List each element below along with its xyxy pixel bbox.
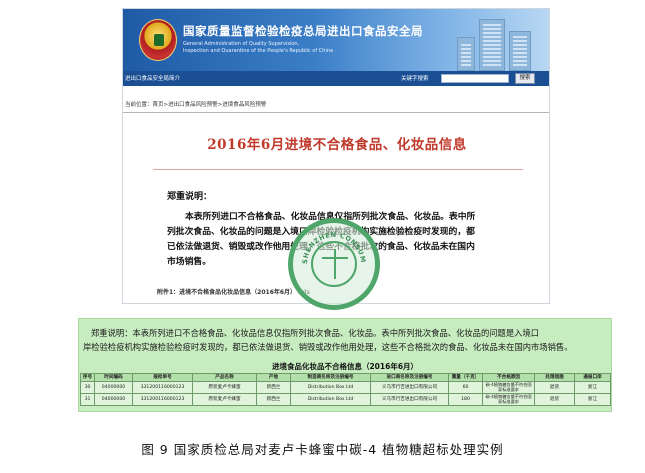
column-header: 时间编码 [94, 373, 133, 382]
notice-heading: 郑重说明： [167, 192, 213, 202]
table-header-row: 序号 时间编码 报检单号 产品名称 产地 制造商名称及注册编号 进口商名称及注册… [80, 373, 611, 382]
site-subtitle-en-2: Inspection and Quarantine of the People'… [183, 48, 334, 54]
table-cell: 331200116000123 [132, 381, 193, 394]
table-cell: 31 [80, 393, 95, 406]
table-cell: 浙江 [574, 381, 611, 394]
table-cell: 30 [80, 381, 95, 394]
notice-text-line: 市场销售。 [167, 257, 211, 267]
column-header: 不合格原因 [482, 373, 535, 382]
table-cell: 义乌市行吉进出口有限公司 [370, 381, 449, 394]
spreadsheet-excerpt: 郑重说明：本表所列进口不合格食品、化妆品信息仅指所列批次食品、化妆品。表中所列批… [78, 318, 612, 412]
table-cell: 退货 [534, 393, 575, 406]
column-header: 处理措施 [534, 373, 575, 382]
nav-link-bureau-intro[interactable]: 进出口食品安全局简介 [125, 74, 180, 82]
figure-caption: 图 9 国家质检总局对麦卢卡蜂蜜中碳-4 植物糖超标处理实例 [141, 442, 504, 457]
building-image [451, 15, 541, 71]
table-cell: 331200116000123 [132, 393, 193, 406]
title-divider [153, 169, 523, 170]
column-header: 制造商名称及注册编号 [290, 373, 371, 382]
column-header: 进口商名称及注册编号 [370, 373, 449, 382]
table-title: 进境食品化妆品不合格信息（2016年6月） [271, 362, 419, 371]
panel-notice-line: 岸检验检疫机构实施检验检疫时发现的，都已依法做退货、销毁或改作他用处理，这些不合… [83, 342, 573, 352]
column-header: 报检单号 [132, 373, 193, 382]
column-header: 重量（千克） [448, 373, 483, 382]
table-cell: 碳-4植物糖含量不符合国家标准要求 [482, 381, 535, 394]
panel-notice-line: 郑重说明：本表所列进口不合格食品、化妆品信息仅指所列批次食品、化妆品。表中所列批… [91, 328, 540, 338]
breadcrumb: 当前位置：首页>进出口食品风险预警>进境食品风险预警 [125, 102, 267, 108]
search-input[interactable] [441, 74, 509, 83]
table-cell: 04000000 [94, 393, 133, 406]
noncompliance-table: 序号 时间编码 报检单号 产品名称 产地 制造商名称及注册编号 进口商名称及注册… [80, 373, 611, 406]
table-cell: Distribution Box Ltd [290, 381, 371, 394]
breadcrumb-divider [123, 112, 549, 113]
search-button[interactable]: 搜索 [515, 73, 535, 84]
table-cell: 04000000 [94, 381, 133, 394]
table-cell: 新西兰 [256, 393, 291, 406]
table-cell: 60 [448, 381, 483, 394]
table-cell: Distribution Box Ltd [290, 393, 371, 406]
table-cell: 原装麦卢卡蜂蜜 [192, 393, 257, 406]
column-header: 通报口岸 [574, 373, 611, 382]
site-title: 国家质量监督检验检疫总局进出口食品安全局 [183, 24, 423, 38]
header-banner: 国家质量监督检验检疫总局进出口食品安全局 General Administrat… [123, 9, 549, 71]
table-cell: 义乌市行吉进出口有限公司 [370, 393, 449, 406]
table-cell: 浙江 [574, 393, 611, 406]
page-title: 2016年6月进境不合格食品、化妆品信息 [207, 137, 467, 153]
table-row: 30 04000000 331200116000123 原装麦卢卡蜂蜜 新西兰 … [80, 381, 611, 394]
table-cell: 碳-4植物糖含量不符合国家标准要求 [482, 393, 535, 406]
table-row: 31 04000000 331200116000123 原装麦卢卡蜂蜜 新西兰 … [80, 393, 611, 406]
nav-bar: 进出口食品安全局简介 关键字搜索 搜索 [123, 71, 549, 86]
table-cell: 退货 [534, 381, 575, 394]
site-subtitle-en-1: General Administration of Quality Superv… [183, 41, 300, 47]
column-header: 序号 [80, 373, 95, 382]
national-emblem-icon [139, 19, 177, 61]
search-label: 关键字搜索 [401, 76, 429, 82]
table-cell: 新西兰 [256, 381, 291, 394]
column-header: 产品名称 [192, 373, 257, 382]
column-header: 产地 [256, 373, 291, 382]
table-cell: 180 [448, 393, 483, 406]
consumer-council-seal-icon: SHENZHEN CONSUMER COUNCIL [288, 218, 380, 310]
scales-icon [311, 241, 357, 287]
attachment-link[interactable]: 附件1：进境不合格食品化妆品信息（2016年6月） .xls [157, 287, 310, 296]
table-cell: 原装麦卢卡蜂蜜 [192, 381, 257, 394]
